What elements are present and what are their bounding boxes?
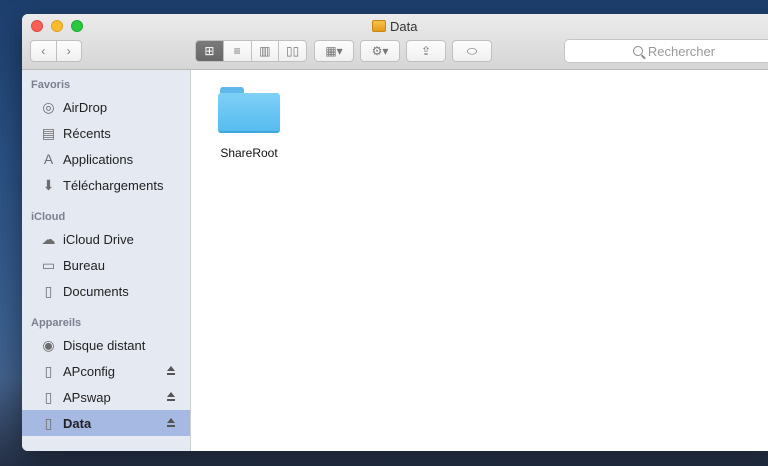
remote-disc-icon: ◉: [42, 336, 55, 353]
sidebar-item-label: Récents: [63, 125, 111, 141]
eject-icon[interactable]: [166, 392, 176, 402]
tag-button[interactable]: ⬭: [452, 40, 492, 62]
sidebar-section-icloud: iCloud: [31, 211, 66, 223]
list-view-icon[interactable]: ≡: [224, 41, 252, 61]
folder-label: ShareRoot: [220, 146, 278, 160]
nav-buttons: ‹ ›: [30, 40, 82, 62]
titlebar: Data ‹ › ⊞ ≡ ▥ ▯▯ ▦▾ ⚙▾ ⇪ ⬭ Rechercher: [22, 14, 768, 70]
sidebar-item-label: Téléchargements: [63, 177, 164, 193]
window-title: Data: [372, 18, 417, 34]
search-placeholder: Rechercher: [647, 43, 716, 59]
folder-item[interactable]: ShareRoot: [213, 84, 285, 160]
back-button[interactable]: ‹: [31, 41, 57, 61]
finder-window: Data ‹ › ⊞ ≡ ▥ ▯▯ ▦▾ ⚙▾ ⇪ ⬭ Rechercher F…: [22, 14, 768, 451]
sidebar-item-recents[interactable]: ▤ Récents: [22, 120, 190, 146]
sidebar-item-label: iCloud Drive: [63, 231, 134, 247]
arrange-button[interactable]: ▦▾: [314, 40, 354, 62]
sidebar-item-apswap[interactable]: ▯ APswap: [22, 384, 190, 410]
sidebar-item-icloud-drive[interactable]: ☁ iCloud Drive: [22, 226, 190, 252]
file-browser-content: ShareRoot: [191, 70, 768, 451]
close-button[interactable]: [31, 20, 43, 32]
recents-icon: ▤: [41, 124, 56, 141]
action-gear-button[interactable]: ⚙▾: [360, 40, 400, 62]
sidebar-item-label: Bureau: [63, 257, 105, 273]
sidebar-item-label: Documents: [63, 283, 129, 299]
airdrop-icon: ◎: [42, 98, 55, 115]
folder-icon: [218, 84, 280, 134]
icon-view-icon[interactable]: ⊞: [196, 41, 224, 61]
search-icon: [632, 46, 643, 56]
sidebar-item-label: APswap: [63, 389, 111, 405]
zoom-button[interactable]: [71, 20, 83, 32]
sidebar-item-documents[interactable]: ▯ Documents: [22, 278, 190, 304]
sidebar-item-downloads[interactable]: ⬇ Téléchargements: [22, 172, 190, 198]
cloud-icon: ☁: [41, 230, 56, 247]
drive-icon: ▯: [44, 388, 53, 405]
sidebar-item-disque-distant[interactable]: ◉ Disque distant: [22, 332, 190, 358]
sidebar-item-label: APconfig: [63, 363, 116, 379]
desktop-icon: ▭: [41, 256, 56, 273]
sidebar-section-favoris: Favoris: [31, 79, 71, 91]
window-title-text: Data: [390, 18, 418, 34]
drive-icon: [372, 20, 386, 32]
sidebar-item-label: Applications: [63, 151, 134, 167]
downloads-icon: ⬇: [42, 176, 55, 193]
sidebar-item-label: AirDrop: [63, 99, 108, 115]
documents-icon: ▯: [44, 282, 53, 299]
sidebar-item-apconfig[interactable]: ▯ APconfig: [22, 358, 190, 384]
share-button[interactable]: ⇪: [406, 40, 446, 62]
view-mode-control: ⊞ ≡ ▥ ▯▯: [195, 40, 307, 62]
sidebar-item-label: Data: [63, 415, 92, 431]
sidebar-item-airdrop[interactable]: ◎ AirDrop: [22, 94, 190, 120]
drive-icon: ▯: [44, 362, 53, 379]
eject-icon[interactable]: [166, 418, 176, 428]
sidebar-item-label: Disque distant: [63, 337, 146, 353]
applications-icon: A: [43, 151, 54, 167]
minimize-button[interactable]: [51, 20, 63, 32]
eject-icon[interactable]: [166, 366, 176, 376]
sidebar-section-appareils: Appareils: [31, 317, 82, 329]
search-input[interactable]: Rechercher: [564, 39, 768, 63]
sidebar-item-applications[interactable]: A Applications: [22, 146, 190, 172]
drive-icon: ▯: [44, 414, 53, 431]
column-view-icon[interactable]: ▥: [252, 41, 280, 61]
forward-button[interactable]: ›: [57, 41, 82, 61]
gallery-view-icon[interactable]: ▯▯: [279, 41, 306, 61]
sidebar-item-data[interactable]: ▯ Data: [22, 410, 190, 436]
sidebar: Favoris ◎ AirDrop ▤ Récents A Applicatio…: [22, 70, 191, 451]
sidebar-item-bureau[interactable]: ▭ Bureau: [22, 252, 190, 278]
